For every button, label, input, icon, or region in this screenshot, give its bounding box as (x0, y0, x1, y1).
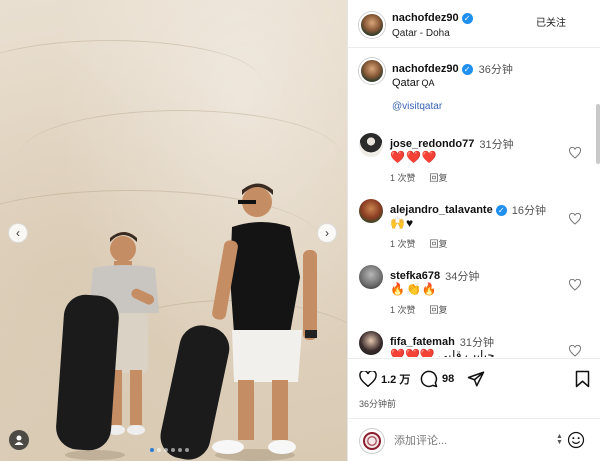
share-button[interactable] (467, 370, 485, 388)
commenter-username[interactable]: jose_redondo77 (390, 138, 474, 150)
post-timestamp[interactable]: 36分钟前 (359, 397, 396, 410)
verified-badge-icon: ✓ (495, 204, 507, 216)
input-resize-icon: ▲ ▼ (556, 433, 563, 446)
user-tag-icon (14, 435, 24, 445)
tagged-users-button[interactable] (9, 430, 29, 450)
carousel-indicator (150, 448, 189, 452)
carousel-dot (157, 448, 161, 452)
photo-people-illustration (56, 183, 317, 461)
author-username[interactable]: nachofdez90 ✓ (392, 12, 473, 24)
comment-text: ❤️❤️❤️ (390, 150, 438, 164)
carousel-dot (185, 448, 189, 452)
qatar-flag-icon: QA (421, 78, 435, 88)
comment-text: ❤️❤️❤️ حبايب قلبي (390, 348, 495, 357)
author-username-text[interactable]: nachofdez90 (392, 12, 459, 24)
commenter-avatar[interactable] (359, 265, 383, 289)
chevron-right-icon: › (325, 226, 329, 240)
post-header: nachofdez90 ✓ Qatar - Doha 已关注 (348, 0, 600, 48)
carousel-prev-button[interactable]: ‹ (8, 223, 28, 243)
comment-meta: 1 次赞 回复 (390, 237, 448, 250)
comments-list: nachofdez90 ✓ 36分钟 Qatar QA @visitqatar j… (348, 49, 600, 357)
commenter-avatar[interactable] (359, 199, 383, 223)
comment-input[interactable] (394, 432, 544, 450)
post-photo[interactable]: ‹ › (0, 0, 347, 461)
send-icon (467, 371, 485, 387)
comment-reply-button[interactable]: 回复 (430, 171, 448, 184)
caption-body: Qatar (392, 77, 420, 89)
comment-row: stefka678 34分钟 🔥👏🔥 1 次赞 回复 (348, 265, 600, 331)
like-button[interactable]: 1.2 万 (359, 370, 410, 388)
save-button[interactable] (575, 370, 590, 388)
post-location[interactable]: Qatar - Doha (392, 28, 450, 39)
commenter-username[interactable]: stefka678 (390, 270, 440, 282)
comment-timestamp[interactable]: 31分钟 (479, 136, 513, 152)
heart-icon[interactable] (569, 147, 581, 159)
carousel-dot (150, 448, 154, 452)
avatar-seal-image (363, 432, 381, 450)
verified-badge-icon: ✓ (461, 63, 473, 75)
carousel-next-button[interactable]: › (317, 223, 337, 243)
comment-row: fifa_fatemah 31分钟 ❤️❤️❤️ حبايب قلبي (348, 331, 600, 357)
person-left (56, 232, 159, 460)
commenter-username[interactable]: alejandro_talavante (390, 204, 493, 216)
commenter-username[interactable]: fifa_fatemah (390, 336, 455, 348)
comment-count: 98 (442, 373, 455, 385)
verified-badge-icon: ✓ (461, 12, 473, 24)
author-avatar[interactable] (359, 12, 385, 38)
commenter-avatar[interactable] (359, 133, 383, 157)
comment-icon (420, 370, 438, 388)
carousel-dot (178, 448, 182, 452)
caption-author-avatar[interactable] (359, 58, 385, 84)
comment-button[interactable]: 98 (420, 370, 454, 388)
heart-icon (359, 371, 377, 387)
comment-text: 🔥👏🔥 (390, 282, 438, 296)
comment-text: 🙌♥ (390, 216, 415, 230)
comment-like-count[interactable]: 1 次赞 (390, 171, 416, 184)
post-side-panel: nachofdez90 ✓ Qatar - Doha 已关注 nachofdez… (347, 0, 600, 461)
comment-timestamp[interactable]: 16分钟 (512, 202, 546, 218)
emoji-icon[interactable] (567, 431, 585, 449)
bookmark-icon (575, 370, 590, 388)
comment-meta: 1 次赞 回复 (390, 303, 448, 316)
comment-composer: ▲▼ (348, 418, 600, 461)
carousel-dot (164, 448, 168, 452)
following-button[interactable]: 已关注 (536, 14, 566, 29)
caption-timestamp: 36分钟 (478, 64, 513, 76)
heart-icon[interactable] (569, 345, 581, 357)
caption-author: nachofdez90 ✓ 36分钟 (392, 61, 513, 77)
person-right (160, 183, 317, 461)
heart-icon[interactable] (569, 279, 581, 291)
heart-icon[interactable] (569, 213, 581, 225)
comment-reply-button[interactable]: 回复 (430, 303, 448, 316)
post-actions: 1.2 万 98 36分钟前 (348, 358, 600, 418)
comment-like-count[interactable]: 1 次赞 (390, 237, 416, 250)
comment-like-count[interactable]: 1 次赞 (390, 303, 416, 316)
comment-reply-button[interactable]: 回复 (430, 237, 448, 250)
comment-meta: 1 次赞 回复 (390, 171, 448, 184)
comment-row: alejandro_talavante ✓ 16分钟 🙌♥ 1 次赞 回复 (348, 199, 600, 265)
comment-timestamp[interactable]: 34分钟 (445, 268, 479, 284)
caption-text: Qatar QA (392, 77, 435, 89)
commenter-avatar[interactable] (359, 331, 383, 355)
current-user-avatar (360, 429, 384, 453)
caption-mention-link[interactable]: @visitqatar (392, 101, 442, 112)
carousel-dot (171, 448, 175, 452)
chevron-left-icon: ‹ (16, 226, 20, 240)
comment-row: jose_redondo77 31分钟 ❤️❤️❤️ 1 次赞 回复 (348, 133, 600, 199)
like-count[interactable]: 1.2 万 (381, 371, 410, 387)
caption-username[interactable]: nachofdez90 (392, 63, 459, 75)
